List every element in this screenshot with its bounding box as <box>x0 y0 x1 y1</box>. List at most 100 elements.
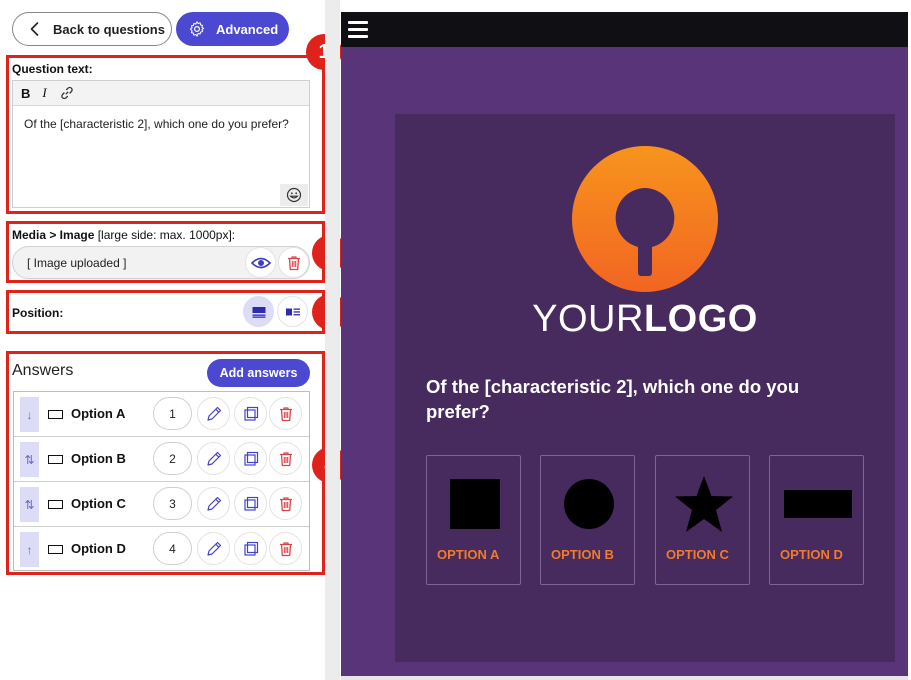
star-icon <box>674 476 733 532</box>
option-image <box>541 474 636 534</box>
answer-option-d[interactable]: OPTION D <box>769 455 864 585</box>
preview-image-button[interactable] <box>245 247 276 278</box>
option-image <box>770 474 865 534</box>
answer-row-a: ↓ Option A 1 <box>14 392 309 437</box>
square-icon <box>449 479 500 529</box>
pencil-icon <box>206 451 221 466</box>
emoji-button[interactable] <box>280 184 308 206</box>
panel-divider[interactable] <box>325 0 340 680</box>
pencil-icon <box>206 541 221 556</box>
delete-answer-button[interactable] <box>269 442 302 475</box>
circle-icon <box>563 479 614 529</box>
answer-row-d: ↑ Option D 4 <box>14 527 309 572</box>
answer-rectangle-icon <box>48 455 63 464</box>
pencil-icon <box>206 496 221 511</box>
media-hint: [large side: max. 1000px]: <box>97 228 236 242</box>
hamburger-menu-icon[interactable] <box>348 21 368 38</box>
answer-order-field[interactable]: 2 <box>153 442 192 475</box>
answer-row-c: ⇅ Option C 3 <box>14 482 309 527</box>
edit-answer-button[interactable] <box>197 397 230 430</box>
question-card: YOURLOGO Of the [characteristic 2], whic… <box>395 114 895 662</box>
chevron-left-icon <box>30 22 39 36</box>
question-text-value[interactable]: Of the [characteristic 2], which one do … <box>13 106 309 142</box>
position-top-button[interactable] <box>243 296 274 327</box>
delete-answer-button[interactable] <box>269 487 302 520</box>
answer-option-b[interactable]: OPTION B <box>540 455 635 585</box>
delete-answer-button[interactable] <box>269 397 302 430</box>
question-text-label: Question text: <box>12 62 93 76</box>
drag-handle[interactable]: ⇅ <box>20 442 39 477</box>
edit-answer-button[interactable] <box>197 487 230 520</box>
rectangle-icon <box>783 490 852 518</box>
survey-preview: YOURLOGO Of the [characteristic 2], whic… <box>341 12 908 676</box>
answer-label: Option C <box>71 496 126 511</box>
answer-option-c[interactable]: OPTION C <box>655 455 750 585</box>
position-side-button[interactable] <box>277 296 308 327</box>
preview-question-title: Of the [characteristic 2], which one do … <box>426 376 800 422</box>
trash-icon <box>279 406 292 421</box>
answer-label: Option B <box>71 451 126 466</box>
logo-text-light: YOUR <box>532 298 644 340</box>
trash-icon <box>279 496 292 511</box>
question-editor-panel: Back to questions Advanced 1 Question te… <box>0 0 348 680</box>
delete-answer-button[interactable] <box>269 532 302 565</box>
edit-answer-button[interactable] <box>197 442 230 475</box>
logo-mark <box>571 146 718 292</box>
edit-answer-button[interactable] <box>197 532 230 565</box>
pencil-icon <box>206 406 221 421</box>
duplicate-icon <box>243 496 258 511</box>
answer-rectangle-icon <box>48 410 63 419</box>
answer-option-a[interactable]: OPTION A <box>426 455 521 585</box>
link-icon[interactable] <box>59 85 75 101</box>
option-label: OPTION A <box>437 547 500 562</box>
duplicate-answer-button[interactable] <box>234 442 267 475</box>
trash-icon <box>279 451 292 466</box>
answers-table: ↓ Option A 1 ⇅ Option B 2 ⇅ Option C 3 ↑… <box>13 391 310 571</box>
drag-handle[interactable]: ⇅ <box>20 487 39 522</box>
logo-text-bold: LOGO <box>643 298 758 340</box>
answer-row-b: ⇅ Option B 2 <box>14 437 309 482</box>
answer-order-field[interactable]: 4 <box>153 532 192 565</box>
advanced-button[interactable]: Advanced <box>176 12 289 46</box>
back-to-questions-button[interactable]: Back to questions <box>12 12 172 46</box>
duplicate-answer-button[interactable] <box>234 487 267 520</box>
advanced-label: Advanced <box>216 21 279 37</box>
gear-icon <box>189 21 205 37</box>
trash-icon <box>287 255 300 270</box>
media-label: Media > Image [large side: max. 1000px]: <box>12 228 235 242</box>
drag-handle[interactable]: ↑ <box>20 532 39 567</box>
answer-order-field[interactable]: 1 <box>153 397 192 430</box>
option-image <box>656 474 751 534</box>
answer-label: Option A <box>71 406 126 421</box>
preview-bottom-edge <box>341 676 908 680</box>
duplicate-icon <box>243 541 258 556</box>
drag-handle[interactable]: ↓ <box>20 397 39 432</box>
option-image <box>427 474 522 534</box>
option-label: OPTION C <box>666 547 729 562</box>
back-to-questions-label: Back to questions <box>53 21 165 37</box>
duplicate-answer-button[interactable] <box>234 397 267 430</box>
answer-rectangle-icon <box>48 545 63 554</box>
emoji-icon <box>286 187 302 203</box>
question-text-editor[interactable]: B I Of the [characteristic 2], which one… <box>12 80 310 208</box>
trash-icon <box>279 541 292 556</box>
layout-top-icon <box>252 306 265 318</box>
duplicate-icon <box>243 451 258 466</box>
add-answers-button[interactable]: Add answers <box>207 359 310 387</box>
image-upload-value: [ Image uploaded ] <box>27 255 127 270</box>
answer-rectangle-icon <box>48 500 63 509</box>
answer-label: Option D <box>71 541 126 556</box>
italic-button[interactable]: I <box>42 85 46 101</box>
position-label: Position: <box>12 306 64 320</box>
duplicate-icon <box>243 406 258 421</box>
editor-toolbar: B I <box>13 81 309 106</box>
media-label-text: Media > Image <box>12 228 95 242</box>
answers-title: Answers <box>12 362 74 379</box>
logo-text: YOURLOGO <box>395 298 895 341</box>
bold-button[interactable]: B <box>21 86 30 101</box>
layout-side-icon <box>285 308 300 315</box>
answer-order-field[interactable]: 3 <box>153 487 192 520</box>
duplicate-answer-button[interactable] <box>234 532 267 565</box>
option-label: OPTION D <box>780 547 843 562</box>
delete-image-button[interactable] <box>278 247 309 278</box>
